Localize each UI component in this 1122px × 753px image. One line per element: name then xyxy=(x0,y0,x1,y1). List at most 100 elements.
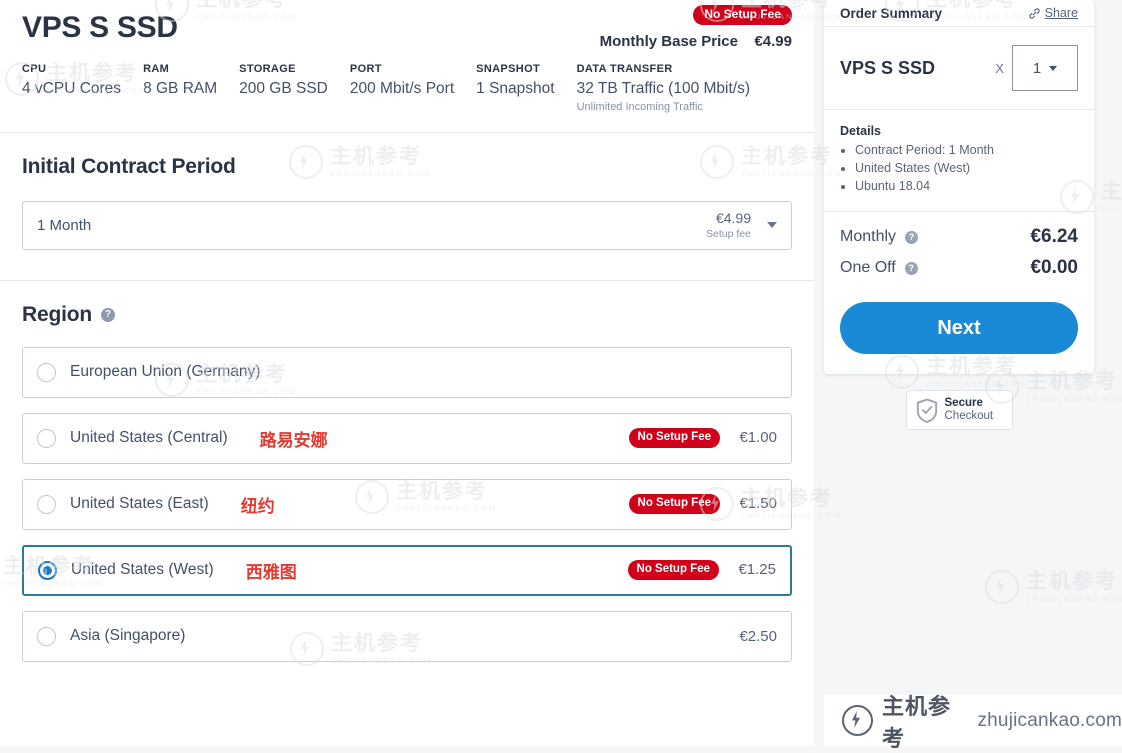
share-button[interactable]: Share xyxy=(1028,6,1078,20)
link-icon xyxy=(1028,7,1040,19)
region-option-label: United States (Central) xyxy=(70,429,228,446)
radio-icon[interactable] xyxy=(37,428,56,448)
region-option-label: United States (West) xyxy=(71,561,214,578)
help-icon[interactable]: ? xyxy=(100,307,115,322)
region-option-united-states-central[interactable]: United States (Central) 路易安娜 No Setup Fe… xyxy=(22,412,792,464)
region-option-european-union[interactable]: European Union (Germany) xyxy=(22,346,792,398)
region-option-label: United States (East) xyxy=(70,495,209,512)
region-option-united-states-west[interactable]: United States (West) 西雅图 No Setup Fee €1… xyxy=(22,544,792,596)
header-price-block: No Setup Fee Monthly Base Price €4.99 xyxy=(600,5,792,51)
spec-item: SNAPSHOT 1 Snapshot xyxy=(476,63,554,98)
region-option-meta: No Setup Fee €1.50 xyxy=(628,494,777,514)
region-price: €1.00 xyxy=(739,429,777,447)
order-summary-sidebar: Order Summary Share VPS S SSD X 1 Detail… xyxy=(824,0,1094,431)
spec-sub-value: Unlimited Incoming Traffic xyxy=(576,100,703,113)
radio-icon-selected[interactable] xyxy=(38,560,57,580)
no-setup-fee-badge: No Setup Fee xyxy=(628,428,720,448)
watermark-cn: 主机参考 xyxy=(1026,570,1118,594)
no-setup-fee-badge: No Setup Fee xyxy=(627,560,719,580)
watermark-en: ZHUJICANKAO.COM xyxy=(1026,594,1122,604)
brand-domain: zhujicankao.com xyxy=(977,709,1122,731)
help-icon[interactable]: ? xyxy=(905,230,919,244)
spec-item: STORAGE 200 GB SSD xyxy=(239,63,328,98)
region-option-asia-singapore[interactable]: Asia (Singapore) €2.50 xyxy=(22,610,792,662)
spec-label: CPU xyxy=(22,62,47,75)
radio-icon[interactable] xyxy=(37,626,56,646)
spec-list: CPU 4 vCPU Cores RAM 8 GB RAM STORAGE 20… xyxy=(0,49,814,113)
contract-period-selected-value: 1 Month xyxy=(37,216,92,234)
chevron-down-icon xyxy=(767,222,777,228)
no-setup-fee-badge: No Setup Fee xyxy=(693,5,792,26)
monthly-base-price-value: €4.99 xyxy=(754,33,792,51)
region-option-meta: €2.50 xyxy=(733,628,777,645)
order-summary-title: Order Summary xyxy=(840,5,943,21)
help-icon[interactable]: ? xyxy=(904,261,918,275)
list-item: Ubuntu 18.04 xyxy=(855,177,1078,195)
quantity-multiplier-symbol: X xyxy=(995,60,1004,76)
contract-period-title: Initial Contract Period xyxy=(22,154,236,178)
quantity-value: 1 xyxy=(1032,59,1042,77)
spec-item: CPU 4 vCPU Cores xyxy=(22,63,121,98)
order-summary-card: Order Summary Share VPS S SSD X 1 Detail… xyxy=(824,0,1094,375)
next-button-wrap: Next xyxy=(824,292,1094,374)
region-option-meta: No Setup Fee €1.25 xyxy=(627,560,776,580)
contract-period-section: Initial Contract Period 1 Month €4.99 Se… xyxy=(0,133,814,250)
spec-value: 200 GB SSD xyxy=(239,79,328,97)
region-title-text: Region xyxy=(22,302,92,326)
region-option-list: European Union (Germany) United States (… xyxy=(22,346,792,662)
spec-item: RAM 8 GB RAM xyxy=(143,63,217,98)
monthly-base-price-row: Monthly Base Price €4.99 xyxy=(600,33,792,51)
spec-label: PORT xyxy=(349,62,382,75)
spec-value: 4 vCPU Cores xyxy=(22,79,122,97)
region-annotation: 纽约 xyxy=(240,496,275,517)
radio-icon[interactable] xyxy=(37,494,56,514)
order-item-name: VPS S SSD xyxy=(840,57,936,78)
radio-icon[interactable] xyxy=(37,362,56,382)
total-label: Monthly xyxy=(840,228,897,246)
order-summary-header: Order Summary Share xyxy=(824,0,1094,27)
spec-value: 200 Mbit/s Port xyxy=(349,79,455,97)
region-annotation: 路易安娜 xyxy=(259,430,328,451)
spec-label: STORAGE xyxy=(239,62,296,75)
order-details-title: Details xyxy=(840,124,881,138)
product-header: VPS S SSD No Setup Fee Monthly Base Pric… xyxy=(0,0,814,51)
brand-logo-icon xyxy=(842,705,873,736)
setup-fee-amount: €4.99 xyxy=(715,210,751,227)
region-title: Region ? xyxy=(22,303,792,327)
order-details: Details Contract Period: 1 Month United … xyxy=(824,110,1094,213)
quantity-stepper[interactable]: 1 xyxy=(1012,45,1078,91)
next-button[interactable]: Next xyxy=(840,302,1078,355)
order-summary-item: VPS S SSD X 1 xyxy=(824,27,1094,110)
product-configurator-pane: VPS S SSD No Setup Fee Monthly Base Pric… xyxy=(0,0,814,746)
watermark: 主机参考ZHUJICANKAO.COM xyxy=(985,570,1122,604)
total-row-monthly: Monthly ? €6.24 xyxy=(840,226,1078,248)
region-option-label: European Union (Germany) xyxy=(70,363,261,380)
chevron-down-icon xyxy=(1049,65,1058,71)
list-item: Contract Period: 1 Month xyxy=(855,141,1078,159)
contract-period-fee: €4.99 Setup fee xyxy=(706,210,751,239)
spec-item: PORT 200 Mbit/s Port xyxy=(350,63,454,98)
region-annotation: 西雅图 xyxy=(245,562,297,583)
region-price: €1.50 xyxy=(739,495,777,513)
spec-value: 32 TB Traffic (100 Mbit/s) xyxy=(576,79,751,97)
spec-label: SNAPSHOT xyxy=(476,62,541,75)
site-brand-bar: 主机参考 zhujicankao.com xyxy=(824,695,1122,752)
secure-line-1: Secure xyxy=(944,396,983,409)
share-label: Share xyxy=(1044,6,1078,20)
spec-label: RAM xyxy=(143,62,170,75)
contract-period-select[interactable]: 1 Month €4.99 Setup fee xyxy=(22,200,792,250)
region-price: €1.25 xyxy=(738,561,776,579)
watermark-logo-icon xyxy=(985,570,1019,604)
brand-name-cn: 主机参考 xyxy=(882,694,952,752)
region-option-united-states-east[interactable]: United States (East) 纽约 No Setup Fee €1.… xyxy=(22,478,792,530)
spec-item: DATA TRANSFER 32 TB Traffic (100 Mbit/s)… xyxy=(577,63,750,113)
total-label: One Off xyxy=(840,259,896,277)
watermark-en: ZHUJICANKAO.COM xyxy=(1101,204,1122,214)
region-section: Region ? European Union (Germany) United… xyxy=(0,281,814,662)
shield-check-icon xyxy=(916,398,937,423)
order-details-list: Contract Period: 1 Month United States (… xyxy=(840,141,1078,195)
list-item: United States (West) xyxy=(855,159,1078,177)
region-option-label: Asia (Singapore) xyxy=(70,627,186,644)
setup-fee-label: Setup fee xyxy=(706,227,751,240)
spec-value: 8 GB RAM xyxy=(143,79,218,97)
